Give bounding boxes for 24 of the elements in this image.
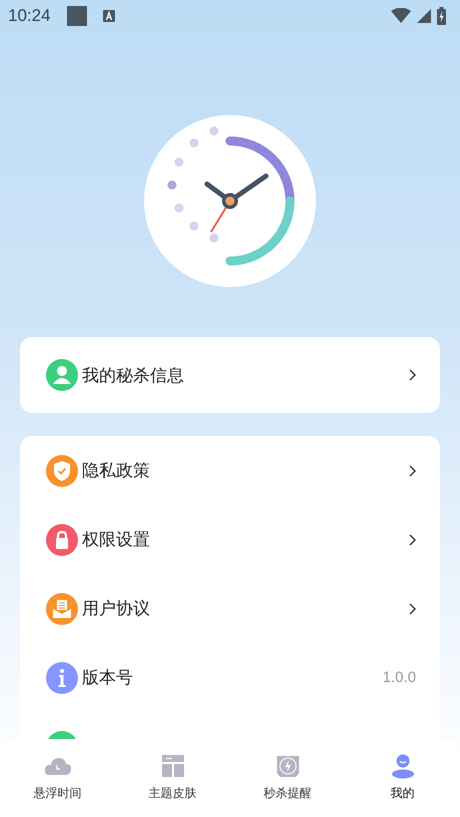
wifi-icon — [391, 8, 411, 24]
lock-icon — [46, 524, 78, 556]
status-time: 10:24 — [8, 6, 51, 26]
menu-item[interactable]: 我的秘杀信息 — [82, 364, 184, 386]
chevron-right-icon — [409, 369, 416, 381]
mail-icon — [46, 592, 78, 624]
tab[interactable]: 秒杀提醒 — [230, 739, 345, 817]
menu-item[interactable]: 用户协议 — [82, 597, 150, 620]
menu-item[interactable]: 隐私政策 — [82, 459, 150, 482]
signal-icon — [417, 9, 431, 23]
shield-icon — [46, 454, 78, 486]
chevron-right-icon — [409, 602, 416, 614]
info-icon — [46, 662, 78, 694]
tab[interactable]: 我的 — [345, 739, 460, 817]
battery-icon — [437, 7, 446, 25]
user-icon — [46, 359, 78, 391]
version-value: 1.0.0 — [382, 669, 416, 686]
notification-icon — [66, 6, 87, 26]
tab[interactable]: 主题皮肤 — [115, 739, 230, 817]
chevron-right-icon — [409, 464, 416, 476]
menu-item[interactable]: 权限设置 — [82, 528, 150, 551]
chevron-right-icon — [409, 534, 416, 546]
keyboard-icon — [102, 10, 115, 22]
tab[interactable]: 悬浮时间 — [0, 739, 115, 817]
